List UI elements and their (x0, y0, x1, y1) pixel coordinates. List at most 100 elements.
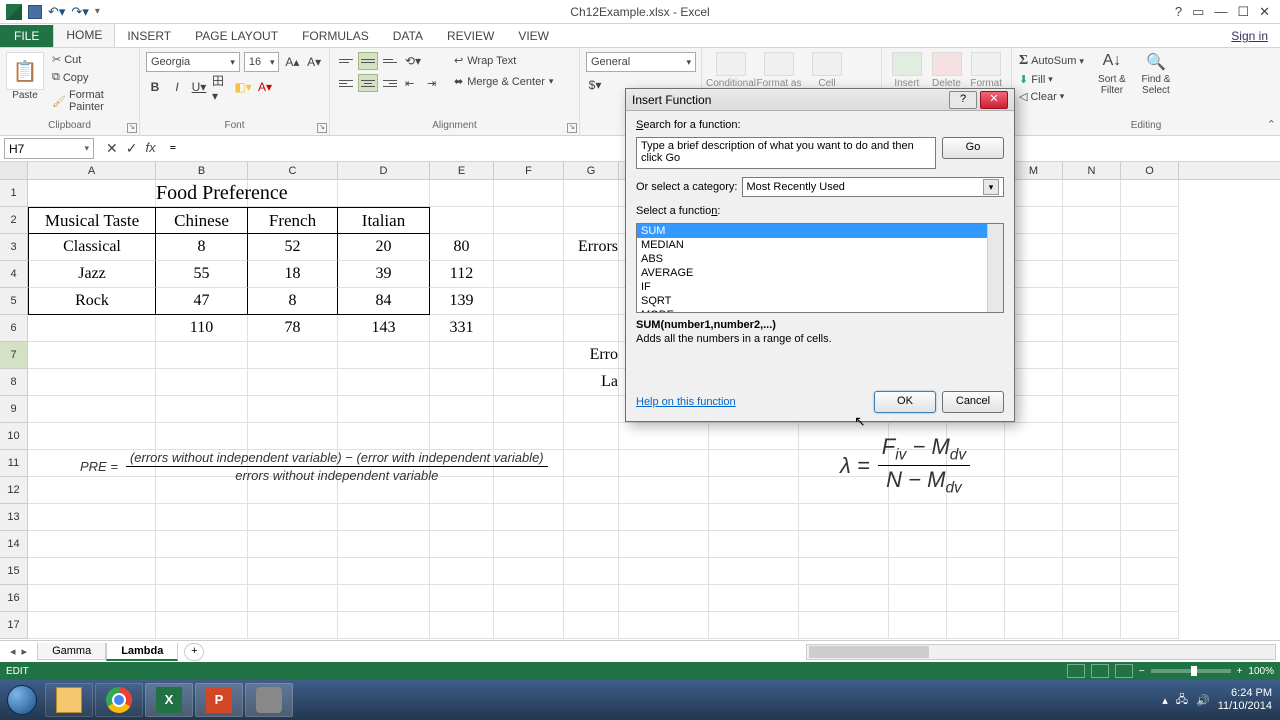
font-launcher[interactable]: ↘ (317, 123, 327, 133)
cell[interactable] (248, 504, 338, 531)
cell[interactable]: 143 (338, 315, 430, 342)
cell[interactable] (1005, 531, 1063, 558)
tab-formulas[interactable]: FORMULAS (290, 25, 381, 47)
row-header[interactable]: 16 (0, 585, 28, 612)
function-list-item[interactable]: SQRT (637, 294, 1003, 308)
cut-button[interactable]: ✂Cut (48, 52, 133, 67)
cell[interactable]: 18 (248, 261, 338, 288)
function-list-item[interactable]: SUM (637, 224, 1003, 238)
cell[interactable] (494, 585, 564, 612)
cell[interactable]: Musical Taste (28, 207, 156, 234)
cell[interactable] (564, 315, 619, 342)
app-taskbar-button[interactable] (245, 683, 293, 717)
sort-filter-button[interactable]: A↓Sort & Filter (1091, 52, 1133, 108)
column-header[interactable]: N (1063, 162, 1121, 179)
column-header[interactable]: F (494, 162, 564, 179)
cell[interactable] (1063, 207, 1121, 234)
cell[interactable]: 20 (338, 234, 430, 261)
indent-increase-button[interactable]: ⇥ (424, 74, 444, 92)
ribbon-opts-icon[interactable]: ▭ (1192, 4, 1204, 20)
cell[interactable] (28, 369, 156, 396)
row-header[interactable]: 8 (0, 369, 28, 396)
cell[interactable] (338, 558, 430, 585)
cell[interactable] (494, 288, 564, 315)
function-list-item[interactable]: MODE (637, 308, 1003, 313)
fill-button[interactable]: ⬇Fill▾ (1018, 72, 1085, 87)
format-painter-button[interactable]: 🖌Format Painter (48, 88, 133, 114)
border-button[interactable]: 田▾ (212, 78, 230, 96)
cell[interactable] (430, 423, 494, 450)
decrease-font-icon[interactable]: A▾ (305, 53, 323, 71)
clock[interactable]: 6:24 PM11/10/2014 (1218, 687, 1272, 713)
cell[interactable] (1063, 315, 1121, 342)
cell[interactable] (494, 315, 564, 342)
tray-expand-icon[interactable]: ▴ (1162, 694, 1168, 707)
cell[interactable] (1063, 342, 1121, 369)
cell[interactable] (799, 585, 889, 612)
cell[interactable] (619, 423, 709, 450)
dialog-help-button[interactable]: ? (949, 91, 977, 109)
minimize-icon[interactable]: — (1214, 4, 1227, 20)
cell[interactable] (494, 612, 564, 639)
cell[interactable] (1121, 585, 1179, 612)
align-bottom-button[interactable] (380, 52, 400, 70)
cell[interactable]: 39 (338, 261, 430, 288)
cell[interactable] (28, 180, 156, 207)
cell[interactable] (494, 396, 564, 423)
cell[interactable] (430, 504, 494, 531)
excel-taskbar-button[interactable]: X (145, 683, 193, 717)
cell[interactable] (1005, 558, 1063, 585)
column-header[interactable]: A (28, 162, 156, 179)
align-middle-button[interactable] (358, 52, 378, 70)
cell[interactable] (889, 531, 947, 558)
cell[interactable] (947, 558, 1005, 585)
cell[interactable] (28, 558, 156, 585)
cell[interactable] (1063, 261, 1121, 288)
cell[interactable] (338, 180, 430, 207)
cell[interactable] (1121, 261, 1179, 288)
cell[interactable]: 55 (156, 261, 248, 288)
cell[interactable] (564, 207, 619, 234)
align-left-button[interactable] (336, 74, 356, 92)
cell[interactable] (709, 450, 799, 477)
row-header[interactable]: 5 (0, 288, 28, 315)
cell[interactable] (338, 612, 430, 639)
row-header[interactable]: 12 (0, 477, 28, 504)
cell[interactable] (564, 261, 619, 288)
dialog-titlebar[interactable]: Insert Function ? ✕ (626, 89, 1014, 111)
cell[interactable]: Rock (28, 288, 156, 315)
cell[interactable] (1005, 504, 1063, 531)
cell[interactable] (248, 558, 338, 585)
redo-icon[interactable]: ↷▾ (71, 5, 88, 18)
cell[interactable]: 52 (248, 234, 338, 261)
cell[interactable] (799, 504, 889, 531)
column-header[interactable]: E (430, 162, 494, 179)
cell[interactable] (494, 261, 564, 288)
row-header[interactable]: 6 (0, 315, 28, 342)
zoom-out-button[interactable]: − (1139, 666, 1145, 677)
cell[interactable] (156, 585, 248, 612)
indent-decrease-button[interactable]: ⇤ (402, 74, 422, 92)
function-list-item[interactable]: MEDIAN (637, 238, 1003, 252)
cell[interactable] (1063, 450, 1121, 477)
tab-review[interactable]: REVIEW (435, 25, 506, 47)
name-box[interactable]: H7▾ (4, 138, 94, 159)
paste-button[interactable]: 📋 (6, 52, 44, 90)
cell[interactable] (28, 342, 156, 369)
cell[interactable] (709, 585, 799, 612)
cell[interactable] (248, 585, 338, 612)
row-header[interactable]: 11 (0, 450, 28, 477)
cell[interactable] (28, 531, 156, 558)
cell[interactable] (430, 585, 494, 612)
function-list-item[interactable]: IF (637, 280, 1003, 294)
normal-view-button[interactable] (1067, 664, 1085, 678)
cell[interactable] (619, 477, 709, 504)
align-top-button[interactable] (336, 52, 356, 70)
cell[interactable] (28, 396, 156, 423)
cell[interactable] (889, 504, 947, 531)
cell[interactable] (1121, 315, 1179, 342)
wrap-text-button[interactable]: ↩Wrap Text (452, 52, 555, 69)
undo-icon[interactable]: ↶▾ (48, 5, 65, 18)
cell[interactable] (619, 558, 709, 585)
cell[interactable] (564, 423, 619, 450)
